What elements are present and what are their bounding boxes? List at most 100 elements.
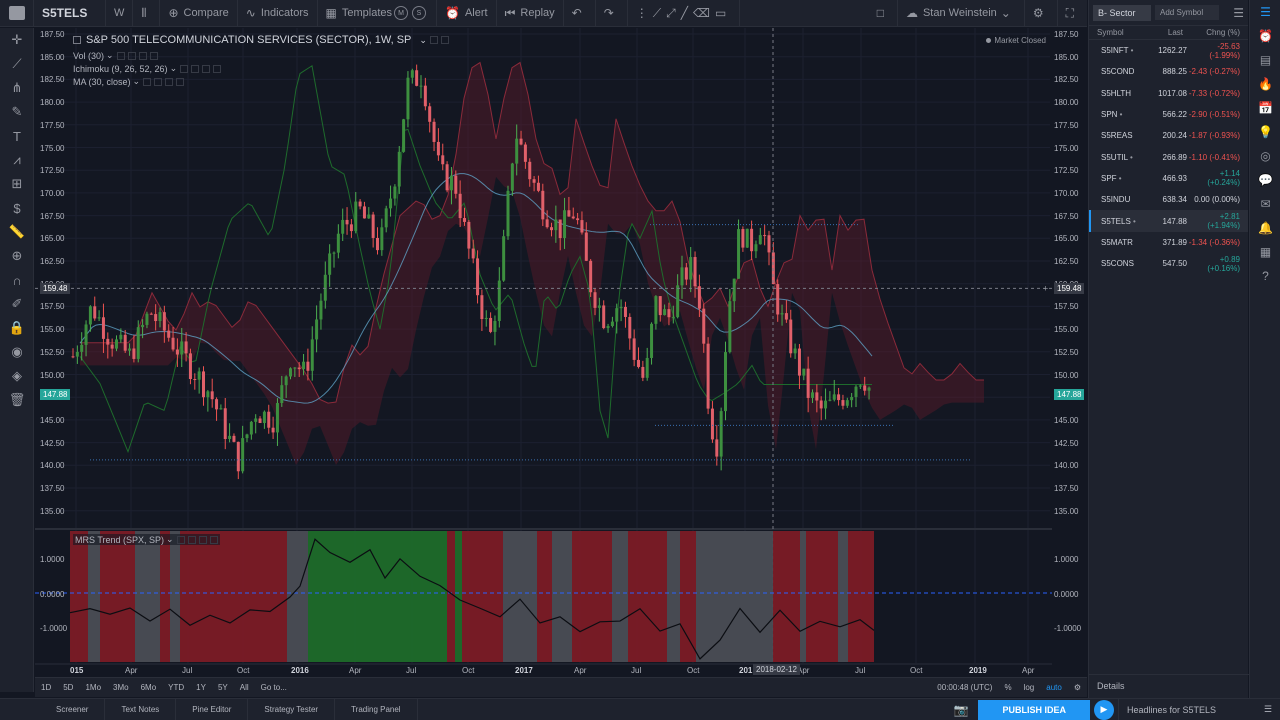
order-panel-icon[interactable]: ▦ bbox=[1250, 240, 1280, 264]
hotlist-icon[interactable]: 🔥 bbox=[1250, 72, 1280, 96]
watchlist-row[interactable]: SPN • 566.22 -2.90 (-0.51%) bbox=[1089, 104, 1248, 125]
ray-icon[interactable]: ⤢ bbox=[666, 6, 676, 21]
legend-close-icon[interactable] bbox=[165, 77, 174, 86]
magnet-icon[interactable]: ∩ bbox=[0, 268, 34, 292]
stay-drawing-icon[interactable]: ✐ bbox=[0, 292, 34, 316]
legend-more-icon[interactable] bbox=[209, 535, 218, 544]
chart-style-button[interactable]: ⫴ bbox=[133, 0, 161, 27]
watchlist-row[interactable]: S5MATR 371.89 -1.34 (-0.36%) bbox=[1089, 232, 1248, 253]
watchlist-selector[interactable]: B- Sector bbox=[1093, 4, 1151, 21]
watchlist-row[interactable]: S5TELS • 147.88 +2.81 (+1.94%) bbox=[1089, 210, 1248, 232]
pattern-icon[interactable]: ⩘ bbox=[0, 148, 34, 172]
legend-chevron-icon[interactable]: ⌄ bbox=[419, 35, 427, 46]
replay-button[interactable]: ⏮ Replay bbox=[497, 0, 564, 27]
fullscreen-button[interactable]: ⛶ bbox=[1058, 0, 1087, 27]
watchlist-row[interactable]: S5INDU 638.34 0.00 (0.00%) bbox=[1089, 189, 1248, 210]
panel-tab[interactable]: Trading Panel bbox=[335, 698, 418, 720]
panel-tab[interactable]: Pine Editor bbox=[176, 698, 249, 720]
chart-canvas[interactable]: + bbox=[35, 28, 1052, 677]
watchlist-row[interactable]: S5INFT • 1262.27 -25.63 (-1.99%) bbox=[1089, 40, 1248, 61]
templates-button[interactable]: ▦ Templates M S bbox=[318, 0, 437, 27]
range-button[interactable]: 5Y bbox=[212, 683, 234, 692]
legend-more-icon[interactable] bbox=[176, 77, 185, 86]
legend-chevron-icon[interactable]: ⌄ bbox=[133, 76, 141, 87]
range-button[interactable]: 1Y bbox=[190, 683, 212, 692]
stream-icon[interactable]: ▶ bbox=[1094, 699, 1114, 720]
interval-button[interactable]: W bbox=[106, 0, 134, 27]
brush-icon[interactable]: ✎ bbox=[0, 100, 34, 124]
range-button[interactable]: 3Mo bbox=[107, 683, 135, 692]
panel-tab[interactable]: Text Notes bbox=[105, 698, 177, 720]
data-window-icon[interactable]: ▤ bbox=[1250, 48, 1280, 72]
details-panel[interactable]: Details bbox=[1089, 674, 1249, 698]
camera-icon[interactable]: 📷 bbox=[954, 703, 969, 717]
legend-settings-icon[interactable] bbox=[127, 51, 136, 60]
legend-chevron-icon[interactable]: ⌄ bbox=[106, 50, 114, 61]
private-chat-icon[interactable]: ✉ bbox=[1250, 192, 1280, 216]
legend-eye-icon[interactable] bbox=[143, 77, 152, 86]
eraser-icon[interactable]: ⌫ bbox=[693, 6, 710, 20]
redo-button[interactable]: ↷ bbox=[596, 0, 628, 27]
dollar-icon[interactable]: $ bbox=[0, 196, 34, 220]
legend-settings-icon[interactable] bbox=[154, 77, 163, 86]
fullscreen-select-button[interactable]: □ bbox=[869, 0, 898, 27]
legend-close-icon[interactable] bbox=[138, 51, 147, 60]
legend-close-icon[interactable] bbox=[198, 535, 207, 544]
goto-button[interactable]: Go to... bbox=[255, 683, 293, 692]
col-symbol[interactable]: Symbol bbox=[1097, 28, 1145, 37]
comment-icon[interactable]: ▭ bbox=[715, 6, 726, 20]
watchlist-row[interactable]: SPF • 466.93 +1.14 (+0.24%) bbox=[1089, 168, 1248, 189]
log-toggle[interactable]: log bbox=[1018, 683, 1041, 692]
range-button[interactable]: YTD bbox=[162, 683, 190, 692]
legend-eye-icon[interactable] bbox=[176, 535, 185, 544]
drag-handle-icon[interactable]: ⋮ bbox=[636, 6, 648, 20]
undo-button[interactable]: ↶ bbox=[564, 0, 596, 27]
eye-icon[interactable]: ◉ bbox=[0, 340, 34, 364]
streams-icon[interactable]: ◎ bbox=[1250, 144, 1280, 168]
layers-icon[interactable]: ◈ bbox=[0, 364, 34, 388]
user-menu[interactable]: ☁ Stan Weinstein ⌄ bbox=[898, 0, 1025, 27]
collapse-icon[interactable] bbox=[73, 36, 81, 44]
indicators-button[interactable]: ∿ Indicators bbox=[238, 0, 318, 27]
account-menu[interactable] bbox=[0, 0, 34, 27]
alerts-icon[interactable]: ⏰ bbox=[1250, 24, 1280, 48]
range-button[interactable]: 6Mo bbox=[135, 683, 163, 692]
text-tool-icon[interactable]: T bbox=[0, 124, 34, 148]
compare-button[interactable]: ⊕ Compare bbox=[160, 0, 238, 27]
legend-settings-icon[interactable] bbox=[187, 535, 196, 544]
legend-close-icon[interactable] bbox=[202, 64, 211, 73]
chart-area[interactable]: + S&P 500 TELECOMMUNICATION SERVICES (SE… bbox=[35, 28, 1052, 677]
legend-eye-icon[interactable] bbox=[180, 64, 189, 73]
notifications-icon[interactable]: 🔔 bbox=[1250, 216, 1280, 240]
ma-legend[interactable]: MA (30, close) ⌄ bbox=[73, 76, 185, 87]
trend-line-tool-icon[interactable]: ⟋ bbox=[0, 52, 34, 76]
volume-legend[interactable]: Vol (30) ⌄ bbox=[73, 50, 158, 61]
legend-chevron-icon[interactable]: ⌄ bbox=[170, 63, 178, 74]
legend-chevron-icon[interactable]: ⌄ bbox=[166, 534, 174, 545]
menu-icon[interactable]: ☰ bbox=[1264, 704, 1272, 715]
template-m-button[interactable]: M bbox=[394, 6, 408, 20]
trend-line-icon[interactable]: ⟋ bbox=[653, 6, 661, 21]
legend-settings-icon[interactable] bbox=[191, 64, 200, 73]
ichimoku-legend[interactable]: Ichimoku (9, 26, 52, 26) ⌄ bbox=[73, 63, 222, 74]
legend-more-icon[interactable] bbox=[213, 64, 222, 73]
ideas-icon[interactable]: 💡 bbox=[1250, 120, 1280, 144]
legend-eye-icon[interactable] bbox=[429, 36, 438, 44]
range-button[interactable]: All bbox=[234, 683, 255, 692]
legend-more-icon[interactable] bbox=[149, 51, 158, 60]
zoom-in-icon[interactable]: ⊕ bbox=[0, 244, 34, 268]
prediction-icon[interactable]: ⊞ bbox=[0, 172, 34, 196]
watchlist-row[interactable]: S5REAS 200.24 -1.87 (-0.93%) bbox=[1089, 125, 1248, 146]
range-button[interactable]: 5D bbox=[57, 683, 79, 692]
legend-eye-icon[interactable] bbox=[116, 51, 125, 60]
axis-settings-icon[interactable]: ⚙ bbox=[1068, 683, 1087, 692]
utc-clock[interactable]: 00:00:48 (UTC) bbox=[931, 683, 998, 692]
col-last[interactable]: Last bbox=[1145, 28, 1183, 37]
panel-tab[interactable]: Screener bbox=[40, 698, 106, 720]
legend-more-icon[interactable] bbox=[440, 36, 449, 44]
col-change[interactable]: Chng (%) bbox=[1183, 28, 1240, 37]
range-button[interactable]: 1D bbox=[35, 683, 57, 692]
add-symbol-input[interactable]: Add Symbol bbox=[1155, 5, 1219, 20]
calendar-icon[interactable]: 📅 bbox=[1250, 96, 1280, 120]
alert-button[interactable]: ⏰ Alert bbox=[437, 0, 497, 27]
